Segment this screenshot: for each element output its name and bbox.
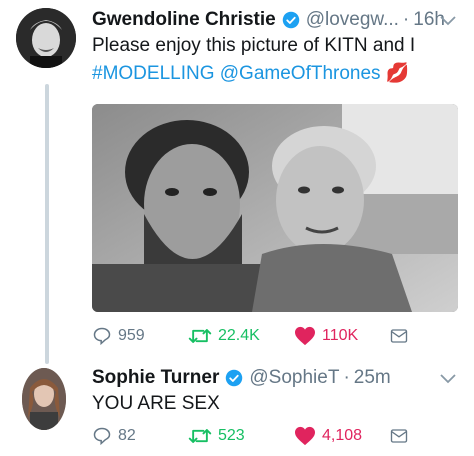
reply-icon [93,327,111,346]
author-name[interactable]: Sophie Turner [92,366,219,390]
tweet-header: Gwendoline Christie @lovegw... · 16h [92,8,445,32]
chevron-down-icon[interactable] [440,16,456,26]
reply-count: 82 [118,427,136,444]
tweet-photo[interactable] [92,104,458,312]
tweet-timestamp[interactable]: 25m [354,366,391,390]
direct-message-button[interactable] [390,327,414,345]
tweet-actions: 959 22.4K 110K [92,326,422,346]
avatar-sophie[interactable] [22,368,66,430]
verified-badge-icon [282,11,299,29]
separator-dot: · [402,9,410,30]
hashtag-link[interactable]: #MODELLING [92,63,214,84]
direct-message-icon [390,329,408,343]
retweet-count: 22.4K [218,327,260,344]
tweet-text-body: Please enjoy this picture of KITN and I [92,35,416,56]
heart-icon [295,326,315,346]
retweet-count: 523 [218,427,245,444]
tweet-header: Sophie Turner @SophieT · 25m [92,366,391,390]
author-handle[interactable]: @lovegw... [306,8,399,32]
retweet-icon [188,429,212,443]
tweet-text: Please enjoy this picture of KITN and I … [92,32,462,88]
reply-icon [93,427,111,446]
tweet-text: YOU ARE SEX [92,393,220,414]
author-name[interactable]: Gwendoline Christie [92,8,276,32]
heart-icon [295,426,315,446]
avatar-gwendoline[interactable] [16,8,76,68]
reply-button[interactable]: 82 [92,426,188,446]
verified-badge-icon [226,369,243,387]
kiss-emoji: 💋 [385,63,410,84]
retweet-icon [188,329,212,343]
direct-message-button[interactable] [390,427,414,445]
like-button[interactable]: 4,108 [294,426,390,446]
like-count: 4,108 [322,427,363,444]
like-count: 110K [322,327,359,344]
reply-count: 959 [118,327,145,344]
direct-message-icon [390,429,408,443]
thread-connector-line [45,84,49,364]
mention-link[interactable]: @GameOfThrones [220,63,381,84]
reply-button[interactable]: 959 [92,326,188,346]
author-handle[interactable]: @SophieT [249,366,339,390]
retweet-button[interactable]: 523 [188,426,294,446]
tweet-actions: 82 523 4,108 [92,426,422,446]
like-button[interactable]: 110K [294,326,390,346]
separator-dot: · [343,367,350,388]
chevron-down-icon[interactable] [440,374,456,384]
retweet-button[interactable]: 22.4K [188,326,294,346]
